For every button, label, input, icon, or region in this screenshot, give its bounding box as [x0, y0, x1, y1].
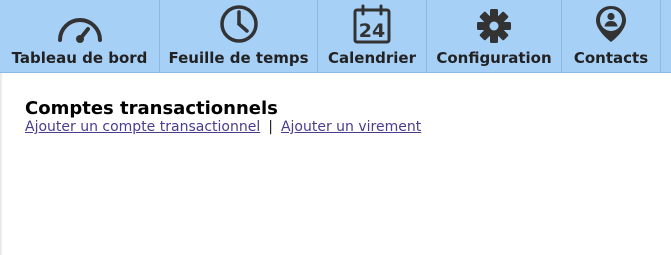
page: Tableau de bord Feuille de temps 24 Cale… [0, 0, 671, 255]
nav-item-contacts[interactable]: Contacts [562, 0, 661, 72]
nav-item-calendar[interactable]: 24 Calendrier [318, 0, 427, 72]
nav-item-configuration[interactable]: Configuration [427, 0, 562, 72]
nav-label-configuration: Configuration [436, 49, 552, 67]
nav-label-calendar: Calendrier [328, 49, 416, 67]
action-links: Ajouter un compte transactionnel | Ajouter… [25, 119, 671, 136]
nav-label-contacts: Contacts [573, 49, 649, 67]
dashboard-gauge-icon [56, 0, 104, 44]
gear-icon [476, 0, 512, 44]
link-separator: | [268, 119, 273, 135]
nav-label-timesheet: Feuille de temps [168, 49, 309, 67]
nav-item-timesheet[interactable]: Feuille de temps [160, 0, 318, 72]
add-account-link[interactable]: Ajouter un compte transactionnel [25, 119, 260, 135]
add-transfer-link[interactable]: Ajouter un virement [281, 119, 421, 135]
nav-label-dashboard: Tableau de bord [11, 49, 148, 67]
calendar-icon: 24 [353, 0, 391, 44]
clock-icon [219, 0, 259, 44]
calendar-icon-day: 24 [359, 20, 385, 42]
contact-pin-icon [594, 0, 628, 44]
main-content: Comptes transactionnels Ajouter un compt… [0, 73, 671, 136]
page-title: Comptes transactionnels [25, 98, 278, 119]
main-nav: Tableau de bord Feuille de temps 24 Cale… [0, 0, 671, 73]
nav-item-dashboard[interactable]: Tableau de bord [0, 0, 160, 72]
